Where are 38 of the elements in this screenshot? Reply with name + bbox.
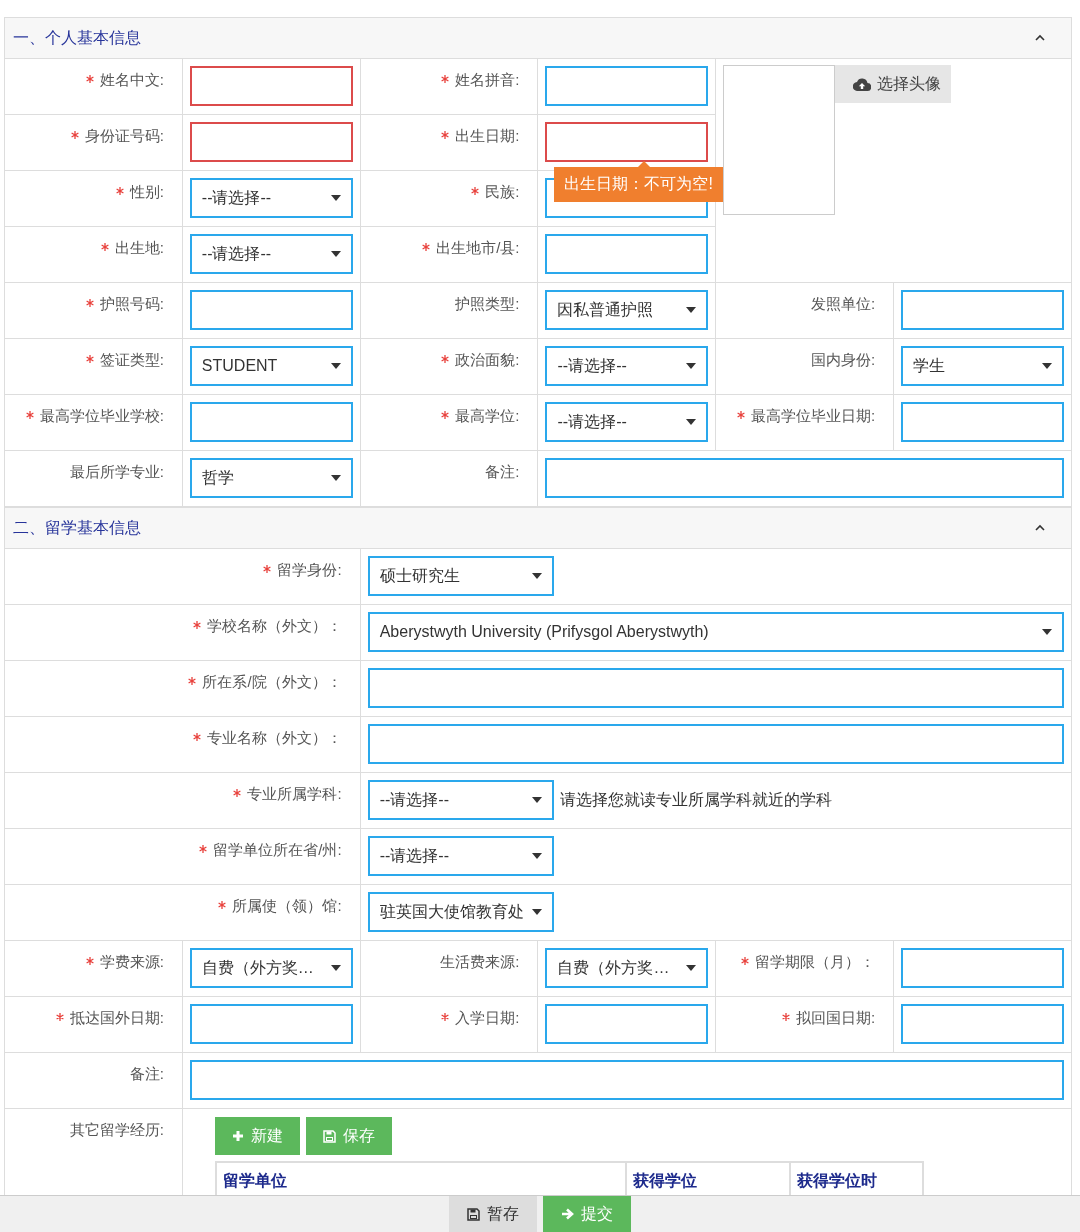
field-label: 最高学位毕业学校: <box>25 407 164 424</box>
field-label: 护照号码: <box>85 295 164 312</box>
field-label: 发照单位: <box>810 295 876 312</box>
field-label: 留学单位所在省/州: <box>199 841 342 858</box>
field-label: 留学期限（月）： <box>741 953 876 970</box>
section-title: 一、个人基本信息 <box>13 27 141 48</box>
field-label: 拟回国日期: <box>781 1009 876 1026</box>
field-label: 国内身份: <box>810 351 876 368</box>
field-label: 生活费来源: <box>440 953 520 970</box>
field-label: 备注: <box>485 463 520 480</box>
field-label: 最高学位: <box>441 407 520 424</box>
field-label: 专业所属学科: <box>233 785 342 802</box>
field-label: 最高学位毕业日期: <box>736 407 876 424</box>
field-label: 民族: <box>471 183 520 200</box>
field-label: 签证类型: <box>85 351 164 368</box>
field-label: 护照类型: <box>455 295 520 312</box>
field-label: 出生日期: <box>441 127 520 144</box>
field-label: 其它留学经历: <box>69 1121 164 1138</box>
field-label: 出生地市/县: <box>422 239 520 256</box>
field-label: 出生地: <box>100 239 164 256</box>
field-label: 所在系/院（外文）： <box>188 673 342 690</box>
field-label: 政治面貌: <box>441 351 520 368</box>
field-label: 入学日期: <box>441 1009 520 1026</box>
field-label: 所属使（领）馆: <box>218 897 342 914</box>
field-label: 抵达国外日期: <box>55 1009 164 1026</box>
section-title: 二、留学基本信息 <box>13 517 141 538</box>
field-label: 学校名称（外文）： <box>192 617 342 634</box>
field-label: 留学身份: <box>263 561 342 578</box>
field-label: 备注: <box>129 1065 164 1082</box>
field-label: 最后所学专业: <box>69 463 164 480</box>
field-label: 姓名中文: <box>85 71 164 88</box>
field-label: 姓名拼音: <box>441 71 520 88</box>
error-tooltip: 出生日期：不可为空! <box>554 161 723 202</box>
hint-text: 请选择您就读专业所属学科就近的学科 <box>559 789 832 810</box>
field-label: 身份证号码: <box>70 127 164 144</box>
field-label: 学费来源: <box>85 953 164 970</box>
field-label: 性别: <box>115 183 164 200</box>
field-label: 专业名称（外文）： <box>192 729 342 746</box>
